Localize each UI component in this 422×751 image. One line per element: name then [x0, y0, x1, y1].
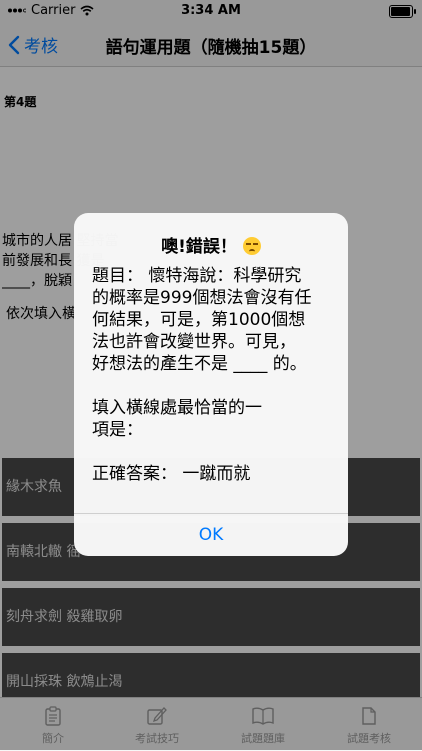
pensive-face-icon: [242, 237, 261, 255]
alert-message-line: 法也許會改變世界。可見，: [92, 332, 296, 352]
alert-message: 題目： 懷特海說：科學研究 的概率是999個想法會沒有任 何結果，可是，第100…: [92, 265, 332, 485]
alert-title-text: 噢!錯誤！: [161, 237, 237, 257]
alert-message-line: 何結果，可是，第1000個想: [92, 310, 306, 330]
ok-button[interactable]: OK: [74, 514, 348, 556]
alert-message-line: 好想法的產生不是 ____ 的。: [92, 354, 307, 374]
alert-message-line: 項是：: [92, 420, 143, 440]
alert-message-line: [92, 375, 332, 397]
alert-message-line: 的概率是999個想法會沒有任: [92, 288, 312, 308]
alert-message-line: 正確答案： 一蹴而就: [92, 464, 251, 484]
alert-title: 噢!錯誤！: [74, 232, 348, 257]
alert-message-line: 題目： 懷特海說：科學研究: [92, 266, 302, 286]
alert-message-line: 填入橫線處最恰當的一: [92, 398, 262, 418]
error-alert-dialog: 噢!錯誤！ 題目： 懷特海說：科學研究 的概率是999個想法會沒有任 何結果，可…: [74, 213, 348, 556]
alert-message-line: [92, 441, 332, 463]
